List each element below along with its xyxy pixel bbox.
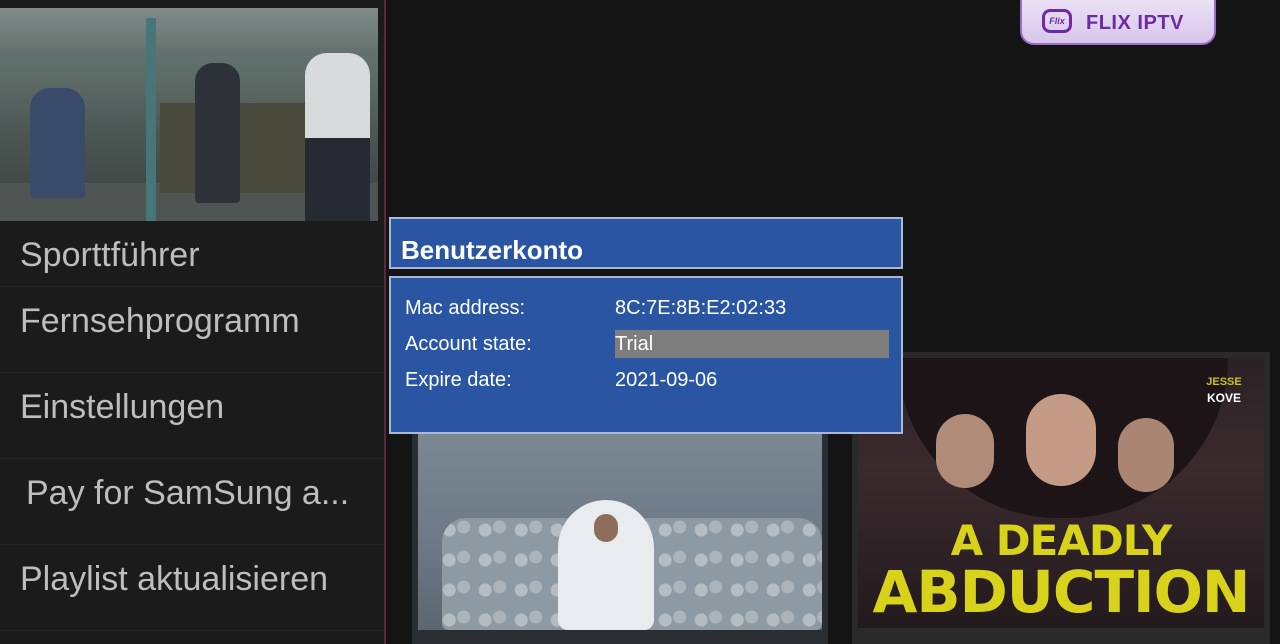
account-info-dialog: Mac address: 8C:7E:8B:E2:02:33 Account s… <box>389 276 903 434</box>
sidebar-menu: Sporttführer Fernsehprogramm Einstellung… <box>0 222 384 631</box>
preview-scene-awning <box>0 8 378 48</box>
dialog-title: Benutzerkonto <box>401 235 583 265</box>
preview-scene-pole <box>146 18 156 221</box>
poster-credit-last: KOVE <box>1206 391 1241 405</box>
expire-date-value: 2021-09-06 <box>615 369 718 391</box>
account-state-label: Account state: <box>405 333 532 355</box>
menu-item-tv-guide[interactable]: Fernsehprogramm <box>0 287 384 373</box>
preview-scene-person <box>305 138 370 221</box>
dialog-header: Benutzerkonto <box>389 217 903 269</box>
mac-address-value: 8C:7E:8B:E2:02:33 <box>615 297 787 319</box>
poster-credit-first: JESSE <box>1206 376 1242 388</box>
account-state-value: Trial <box>615 330 889 358</box>
poster-title-line2: ABDUCTION <box>872 558 1251 626</box>
menu-item-pay-samsung[interactable]: Pay for SamSung a... <box>0 459 384 545</box>
preview-scene-person <box>30 88 85 198</box>
poster-image: JESSE KOVE A DEADLY ABDUCTION <box>858 358 1264 628</box>
menu-item-settings[interactable]: Einstellungen <box>0 373 384 459</box>
menu-item-sports-guide[interactable]: Sporttführer <box>0 222 384 287</box>
app-name: FLIX IPTV <box>1086 12 1184 34</box>
flix-logo-icon: Flix <box>1042 9 1072 33</box>
app-logo: Flix FLIX IPTV <box>1020 0 1216 45</box>
sidebar: Sporttführer Fernsehprogramm Einstellung… <box>0 0 386 644</box>
menu-item-refresh-playlist[interactable]: Playlist aktualisieren <box>0 545 384 631</box>
poster-scene-face <box>936 414 994 488</box>
movie-poster[interactable] <box>412 430 828 644</box>
preview-scene-person <box>195 63 240 203</box>
poster-scene-face <box>1118 418 1174 492</box>
movie-poster[interactable]: JESSE KOVE A DEADLY ABDUCTION <box>852 352 1270 644</box>
poster-scene-face <box>594 514 618 542</box>
mac-address-label: Mac address: <box>405 297 526 319</box>
poster-credit: JESSE KOVE <box>1194 374 1254 406</box>
poster-image <box>418 434 822 630</box>
expire-date-label: Expire date: <box>405 369 512 391</box>
poster-scene-face <box>1026 394 1096 486</box>
channel-preview[interactable] <box>0 8 378 221</box>
